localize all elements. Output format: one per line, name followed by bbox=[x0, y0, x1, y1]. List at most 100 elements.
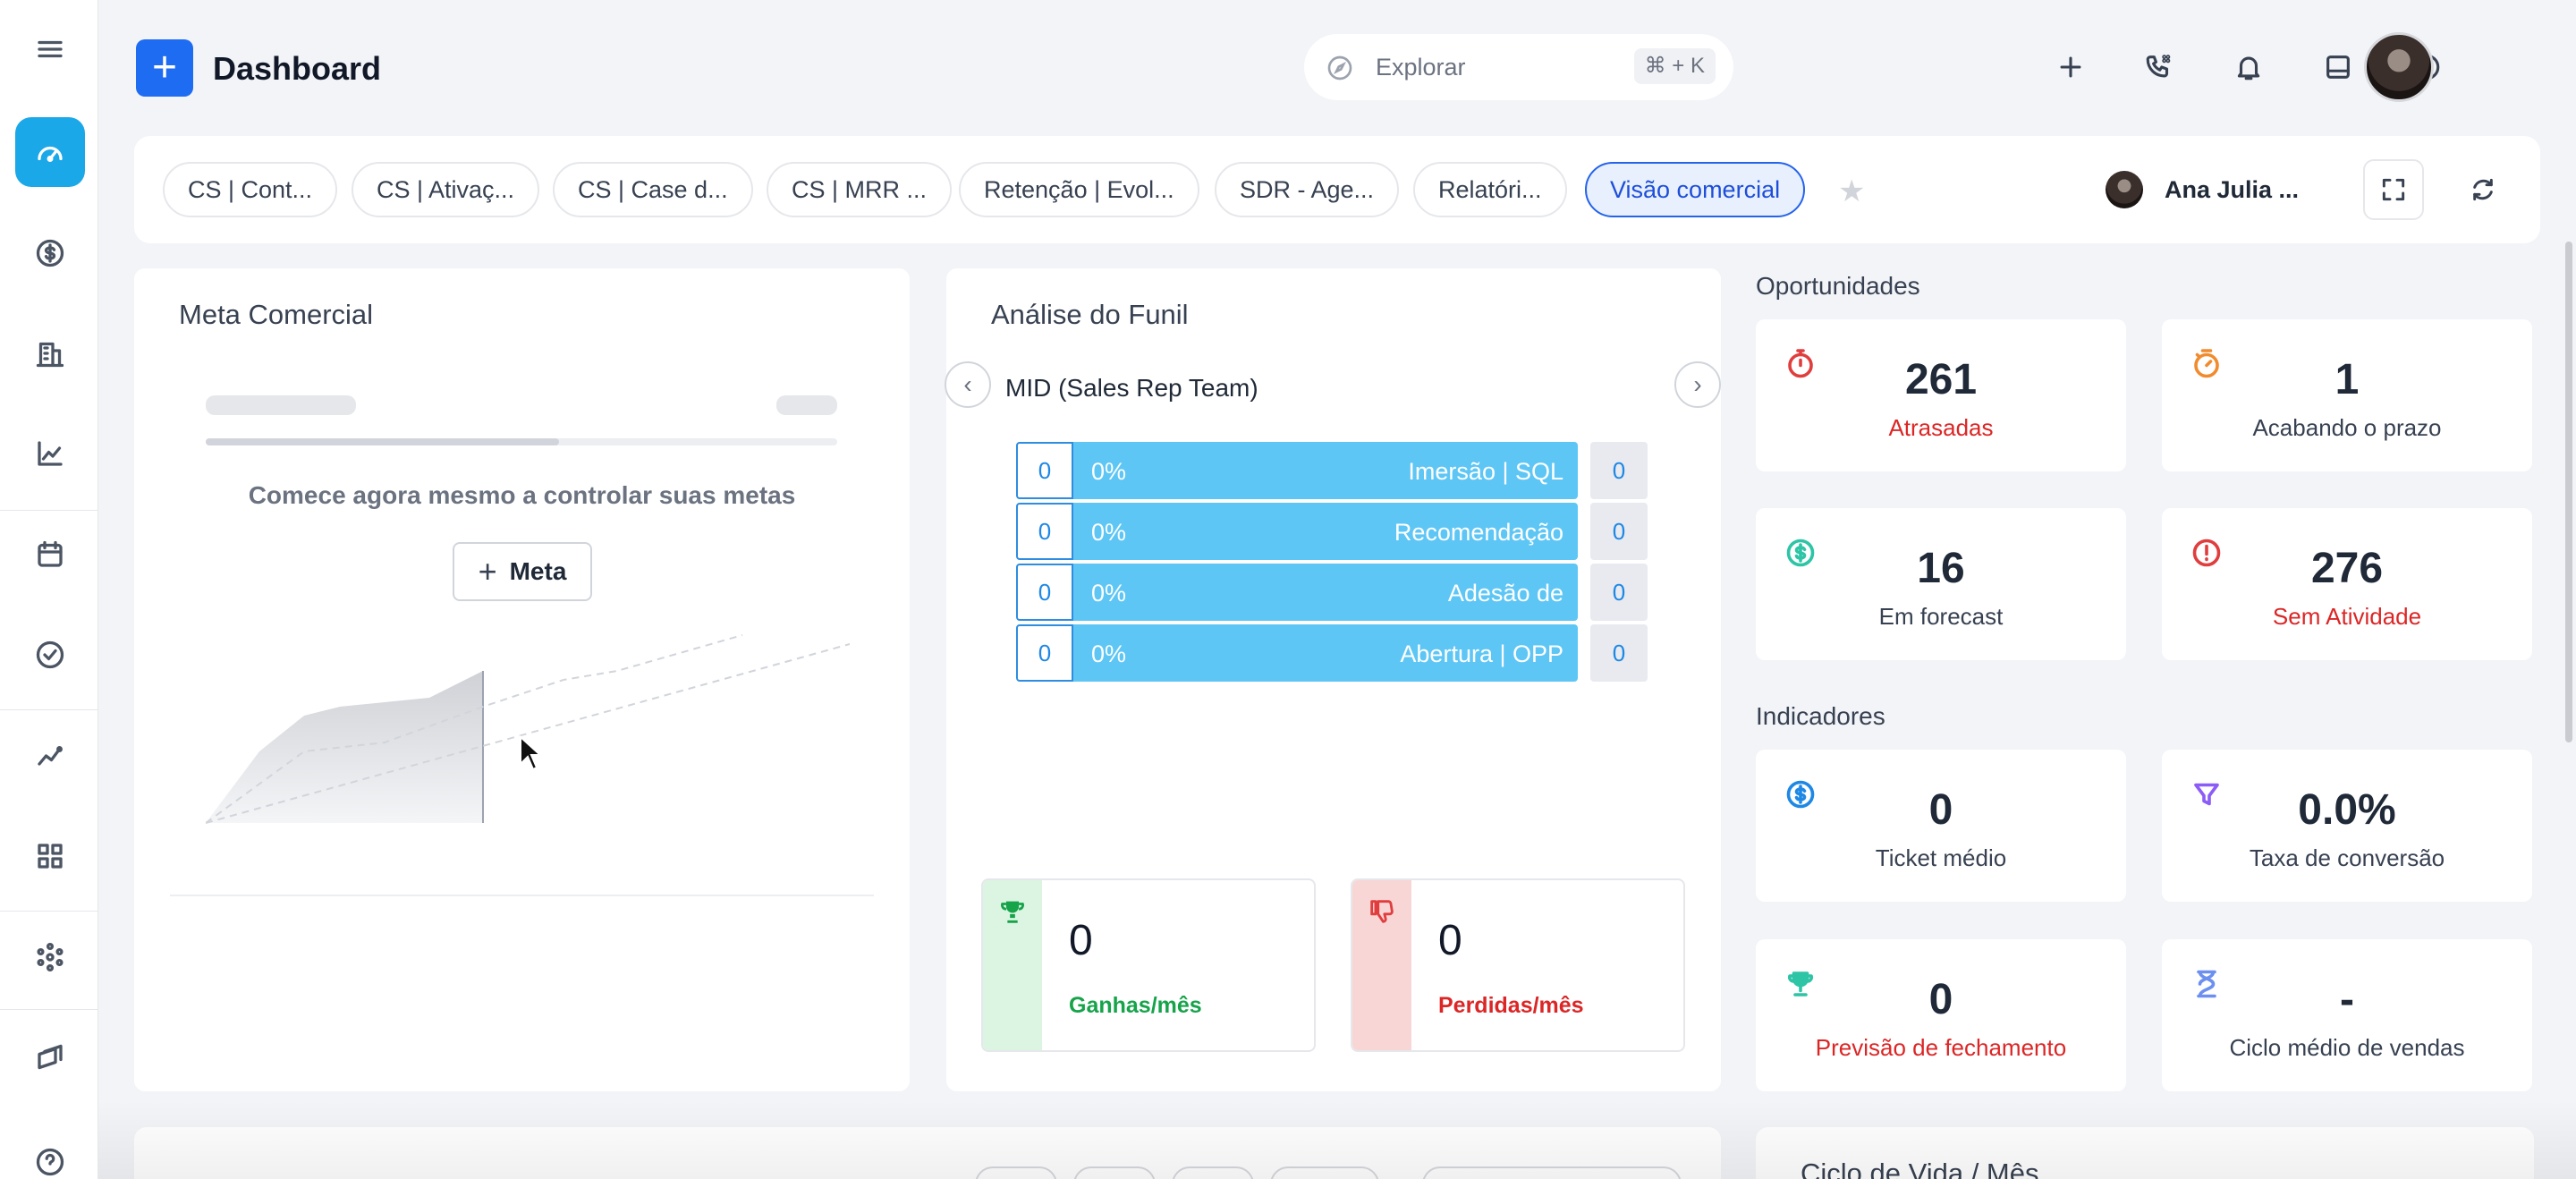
metric-value: 0.0% bbox=[2298, 786, 2396, 834]
funil-title: Análise do Funil bbox=[991, 299, 1189, 330]
oportunidades-title: Oportunidades bbox=[1756, 272, 1920, 300]
refresh-icon bbox=[2473, 178, 2493, 201]
funnel-stage: Imersão | SQL bbox=[1408, 458, 1563, 485]
metric-label: Acabando o prazo bbox=[2252, 414, 2442, 441]
funnel-bar: 0% Adesão de bbox=[1073, 564, 1578, 621]
lost-deals-card[interactable]: 0 Perdidas/mês bbox=[1351, 878, 1685, 1052]
metric-card-conversao[interactable]: 0.0% Taxa de conversão bbox=[2162, 750, 2532, 902]
funnel-bar: 0% Imersão | SQL bbox=[1073, 442, 1578, 499]
meta-comercial-card: Meta Comercial Comece agora mesmo a cont… bbox=[134, 268, 910, 1091]
won-value: 0 bbox=[1069, 917, 1093, 964]
plus-icon: + bbox=[478, 553, 497, 590]
funnel-stage: Abertura | OPP bbox=[1400, 640, 1563, 667]
tab-cs-cont[interactable]: CS | Cont... bbox=[163, 162, 338, 217]
inbox-icon[interactable] bbox=[2316, 45, 2360, 89]
trend-icon[interactable] bbox=[15, 721, 85, 791]
avatar bbox=[2106, 171, 2143, 208]
metric-label: Ticket médio bbox=[1875, 844, 2007, 871]
next-team-button[interactable]: › bbox=[1674, 361, 1721, 408]
divider bbox=[170, 895, 874, 896]
building-icon[interactable] bbox=[15, 318, 85, 388]
metric-value: 261 bbox=[1904, 356, 1978, 403]
tab-cs-mrr[interactable]: CS | MRR ... bbox=[767, 162, 953, 217]
menu-icon[interactable] bbox=[15, 14, 85, 84]
calendar-icon[interactable] bbox=[15, 520, 85, 590]
tab-relatorio[interactable]: Relatóri... bbox=[1413, 162, 1567, 217]
metric-card-sem-atividade[interactable]: 276 Sem Atividade bbox=[2162, 508, 2532, 660]
filter-pill[interactable] bbox=[1073, 1166, 1156, 1179]
metric-card-ciclo[interactable]: - Ciclo médio de vendas bbox=[2162, 939, 2532, 1091]
mouse-cursor-icon bbox=[520, 735, 543, 771]
metric-label: Taxa de conversão bbox=[2249, 844, 2445, 871]
tab-visao-comercial[interactable]: Visão comercial bbox=[1585, 162, 1806, 217]
filter-pill[interactable] bbox=[1270, 1166, 1379, 1179]
chevron-right-icon: › bbox=[1693, 370, 1702, 398]
top-bar: + Dashboard Explorar ⌘ + K bbox=[98, 0, 2576, 134]
chart-icon[interactable] bbox=[15, 419, 85, 488]
funnel-stage: Adesão de bbox=[1447, 580, 1563, 606]
funnel-stage: Recomendação bbox=[1394, 519, 1563, 546]
metric-card-acabando-prazo[interactable]: 1 Acabando o prazo bbox=[2162, 319, 2532, 471]
add-dashboard-button[interactable]: + bbox=[136, 39, 193, 97]
dashboard-gauge-icon[interactable] bbox=[15, 117, 85, 187]
widgets-icon[interactable] bbox=[15, 821, 85, 891]
prev-team-button[interactable]: ‹ bbox=[945, 361, 991, 408]
user-filter[interactable]: Ana Julia ... bbox=[2106, 168, 2299, 211]
lost-label: Perdidas/mês bbox=[1438, 993, 1584, 1018]
metric-label: Atrasadas bbox=[1888, 414, 1994, 441]
layers-icon[interactable] bbox=[15, 1023, 85, 1093]
funil-team-name: MID (Sales Rep Team) bbox=[1005, 374, 1258, 402]
trophy-icon bbox=[1001, 901, 1024, 923]
bell-icon[interactable] bbox=[2226, 45, 2271, 89]
plus-icon[interactable] bbox=[2048, 45, 2093, 89]
add-meta-button[interactable]: + Meta bbox=[453, 542, 592, 601]
metric-card-previsao[interactable]: 0 Previsão de fechamento bbox=[1756, 939, 2126, 1091]
tab-retencao[interactable]: Retenção | Evol... bbox=[959, 162, 1199, 217]
page-title: Dashboard bbox=[213, 50, 382, 87]
skeleton-bar bbox=[776, 395, 837, 415]
progress-track bbox=[206, 438, 837, 445]
fullscreen-button[interactable] bbox=[2363, 159, 2424, 220]
fullscreen-icon bbox=[2382, 178, 2405, 201]
tab-cs-ativacao[interactable]: CS | Ativaç... bbox=[352, 162, 540, 217]
filter-pill[interactable] bbox=[1172, 1166, 1254, 1179]
search-placeholder[interactable]: Explorar bbox=[1376, 54, 1466, 81]
network-icon[interactable] bbox=[15, 922, 85, 992]
metric-card-atrasadas[interactable]: 261 Atrasadas bbox=[1756, 319, 2126, 471]
funnel-row[interactable]: 0 0% Adesão de 0 bbox=[1016, 564, 1712, 621]
metric-card-ticket[interactable]: 0 Ticket médio bbox=[1756, 750, 2126, 902]
search-bar[interactable]: Explorar ⌘ + K bbox=[1304, 34, 1733, 100]
metric-value: 16 bbox=[1917, 545, 1965, 592]
filter-pill[interactable] bbox=[975, 1166, 1057, 1179]
phone-dialpad-icon[interactable] bbox=[2137, 45, 2182, 89]
indicadores-title: Indicadores bbox=[1756, 702, 1885, 730]
funnel-count-right: 0 bbox=[1590, 442, 1648, 499]
dollar-icon[interactable] bbox=[15, 218, 85, 288]
tab-favorite[interactable]: ★ bbox=[1838, 174, 1981, 227]
tab-cs-case[interactable]: CS | Case d... bbox=[553, 162, 753, 217]
tab-sdr[interactable]: SDR - Age... bbox=[1215, 162, 1400, 217]
won-deals-card[interactable]: 0 Ganhas/mês bbox=[981, 878, 1316, 1052]
funnel-count-right: 0 bbox=[1590, 503, 1648, 560]
metric-label: Sem Atividade bbox=[2272, 603, 2422, 630]
won-label: Ganhas/mês bbox=[1069, 993, 1202, 1018]
help-icon[interactable] bbox=[15, 1127, 85, 1179]
meta-placeholder-chart bbox=[206, 634, 850, 824]
meta-title: Meta Comercial bbox=[179, 299, 374, 330]
filter-pill[interactable] bbox=[1422, 1166, 1682, 1179]
funnel-count-left: 0 bbox=[1016, 442, 1073, 499]
user-avatar[interactable] bbox=[2364, 32, 2434, 102]
funnel-pct: 0% bbox=[1091, 580, 1127, 606]
lost-strip bbox=[1352, 880, 1411, 1050]
refresh-button[interactable] bbox=[2465, 172, 2501, 208]
funnel-row[interactable]: 0 0% Recomendação 0 bbox=[1016, 503, 1712, 560]
check-circle-icon[interactable] bbox=[15, 620, 85, 690]
funnel-row[interactable]: 0 0% Abertura | OPP 0 bbox=[1016, 624, 1712, 682]
metric-card-forecast[interactable]: 16 Em forecast bbox=[1756, 508, 2126, 660]
metric-value: - bbox=[2340, 976, 2354, 1023]
page-scrollbar[interactable] bbox=[2565, 242, 2572, 742]
funnel-row[interactable]: 0 0% Imersão | SQL 0 bbox=[1016, 442, 1712, 499]
sidebar bbox=[0, 0, 98, 1179]
metric-value: 1 bbox=[2334, 356, 2360, 403]
add-meta-label: Meta bbox=[509, 557, 567, 585]
